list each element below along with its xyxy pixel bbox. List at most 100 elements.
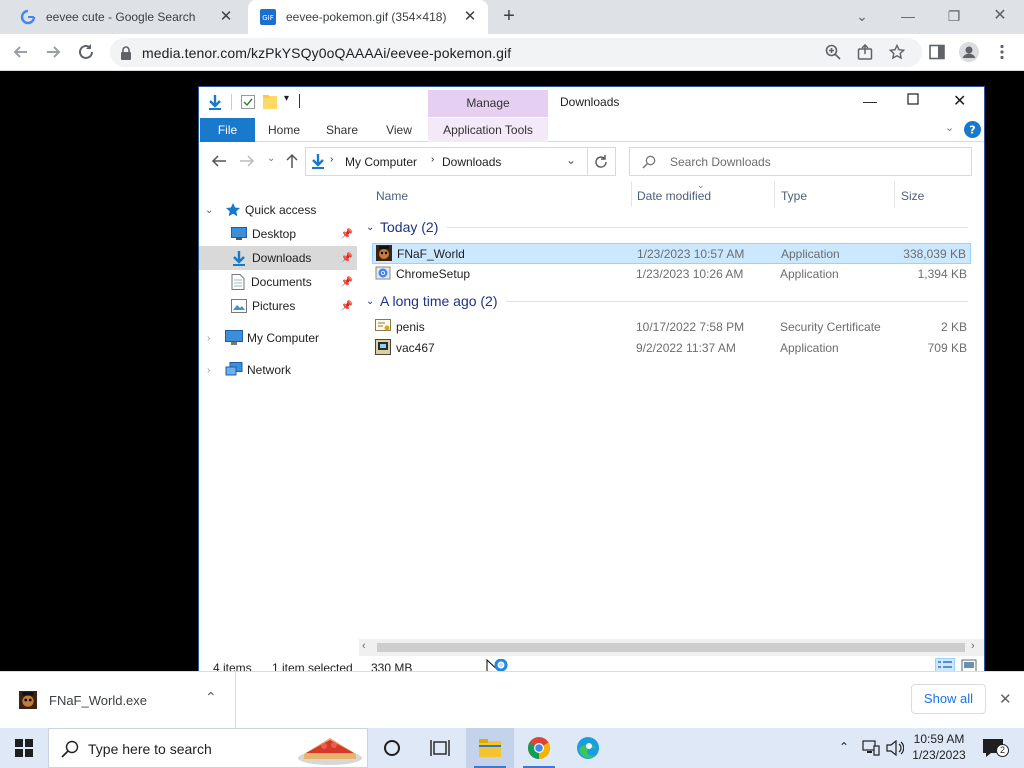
pin-icon[interactable]: 📌 — [341, 253, 353, 264]
tab-eevee-gif[interactable]: GIF eevee-pokemon.gif (354×418) ✕ — [248, 0, 488, 34]
taskbar-file-explorer[interactable] — [466, 728, 514, 768]
minimize-icon[interactable]: — — [898, 6, 918, 26]
file-row-certificate[interactable]: penis 10/17/2022 7:58 PM Security Certif… — [372, 317, 971, 338]
start-button[interactable] — [0, 728, 48, 768]
scroll-left-icon[interactable]: ‹ — [362, 640, 366, 652]
file-name: vac467 — [396, 341, 435, 355]
tab-search-icon[interactable]: ⌄ — [852, 6, 872, 26]
file-row-vac467[interactable]: vac467 9/2/2022 11:37 AM Application 709… — [372, 338, 971, 359]
address-bar[interactable]: media.tenor.com/kzPkYSQy0oQAAAAi/eevee-p… — [110, 38, 922, 67]
close-download-bar-icon[interactable]: ✕ — [999, 690, 1012, 708]
new-tab-button[interactable]: + — [498, 6, 520, 28]
manage-contextual-tab[interactable]: Manage — [428, 90, 548, 117]
file-type: Security Certificate — [780, 320, 881, 334]
chevron-up-icon[interactable]: ⌃ — [205, 689, 217, 706]
tab-google-search[interactable]: eevee cute - Google Search ✕ — [8, 0, 244, 34]
new-folder-icon[interactable] — [263, 94, 277, 110]
tab-file[interactable]: File — [200, 118, 255, 142]
taskbar-chrome[interactable] — [515, 728, 563, 768]
pin-icon[interactable]: 📌 — [341, 229, 353, 240]
lock-icon — [120, 46, 132, 60]
breadcrumb[interactable]: › My Computer › Downloads ⌄ — [305, 147, 588, 176]
address-row: ⌄ › My Computer › Downloads ⌄ Search Dow… — [199, 143, 984, 181]
close-tab-icon[interactable]: ✕ — [462, 9, 478, 25]
reload-icon[interactable] — [75, 41, 97, 63]
show-all-button[interactable]: Show all — [911, 684, 986, 714]
maximize-icon[interactable] — [907, 93, 919, 105]
file-row-chromesetup[interactable]: ChromeSetup 1/23/2023 10:26 AM Applicati… — [372, 264, 971, 285]
nav-my-computer[interactable]: › My Computer — [199, 326, 357, 350]
tab-application-tools[interactable]: Application Tools — [428, 118, 548, 142]
zoom-icon[interactable] — [825, 44, 841, 60]
expand-chevron-icon[interactable]: › — [207, 365, 219, 376]
network-tray-icon[interactable] — [862, 740, 880, 756]
scroll-thumb[interactable] — [377, 643, 965, 652]
computer-icon — [225, 330, 243, 346]
address-dropdown-icon[interactable]: ⌄ — [566, 153, 576, 167]
search-input[interactable]: Search Downloads — [629, 147, 972, 176]
expand-chevron-icon[interactable]: › — [207, 333, 219, 344]
taskbar-edge[interactable] — [564, 728, 612, 768]
tab-view[interactable]: View — [377, 118, 421, 142]
clock[interactable]: 10:59 AM 1/23/2023 — [906, 731, 972, 765]
tab-home[interactable]: Home — [261, 118, 307, 142]
forward-icon[interactable] — [42, 41, 64, 63]
chrome-tab-strip: eevee cute - Google Search ✕ GIF eevee-p… — [0, 0, 1024, 34]
column-name[interactable]: Name — [376, 189, 408, 205]
certificate-icon — [375, 319, 391, 333]
group-label: A long time ago (2) — [380, 293, 498, 309]
nav-documents[interactable]: Documents 📌 — [199, 270, 357, 294]
breadcrumb-my-computer[interactable]: My Computer — [345, 155, 417, 169]
profile-avatar-icon[interactable] — [959, 42, 979, 62]
taskbar-search-box[interactable]: Type here to search — [48, 728, 368, 768]
bookmark-star-icon[interactable] — [889, 44, 905, 60]
help-icon[interactable]: ? — [964, 121, 981, 138]
nav-quick-access[interactable]: ⌄ Quick access — [199, 198, 357, 222]
group-header-long-time-ago[interactable]: ⌄ A long time ago (2) — [366, 291, 976, 311]
close-window-icon[interactable]: ✕ — [990, 6, 1010, 26]
back-icon[interactable] — [211, 154, 227, 168]
column-date-modified[interactable]: Date modified — [637, 189, 711, 205]
horizontal-scrollbar[interactable]: ‹ › — [359, 639, 984, 656]
nav-pictures[interactable]: Pictures 📌 — [199, 294, 357, 318]
windows-taskbar: Type here to search ⌃ 10:59 AM 1/23/2023… — [0, 728, 1024, 768]
collapse-chevron-icon[interactable]: ⌄ — [366, 222, 380, 233]
breadcrumb-downloads[interactable]: Downloads — [442, 155, 501, 169]
notification-center[interactable]: 2 — [980, 736, 1009, 760]
refresh-button[interactable] — [588, 147, 616, 176]
pin-icon[interactable]: 📌 — [341, 301, 353, 312]
recent-locations-icon[interactable]: ⌄ — [267, 153, 275, 164]
minimize-icon[interactable]: — — [863, 93, 877, 109]
tab-share[interactable]: Share — [319, 118, 365, 142]
task-view-button[interactable] — [416, 728, 464, 768]
show-hidden-icons-icon[interactable]: ⌃ — [839, 740, 849, 754]
collapse-chevron-icon[interactable]: ⌄ — [366, 296, 380, 307]
side-panel-icon[interactable] — [929, 44, 945, 60]
volume-icon[interactable] — [886, 740, 904, 756]
expand-ribbon-icon[interactable]: ⌄ — [945, 121, 954, 134]
share-icon[interactable] — [857, 44, 873, 60]
up-icon[interactable] — [285, 153, 299, 169]
file-size: 1,394 KB — [917, 267, 967, 281]
nav-desktop[interactable]: Desktop 📌 — [199, 222, 357, 246]
customize-qat-icon[interactable]: ▾ — [284, 93, 289, 104]
column-type[interactable]: Type — [781, 189, 807, 205]
scroll-right-icon[interactable]: › — [971, 640, 975, 652]
desktop-icon — [231, 227, 247, 241]
pin-icon[interactable]: 📌 — [341, 277, 353, 288]
group-header-today[interactable]: ⌄ Today (2) — [366, 217, 976, 237]
restore-icon[interactable]: ❐ — [944, 6, 964, 26]
file-row-fnaf-world[interactable]: FNaF_World 1/23/2023 10:57 AM Applicatio… — [372, 243, 971, 264]
column-size[interactable]: Size — [901, 189, 924, 205]
back-icon[interactable] — [10, 41, 32, 63]
nav-downloads[interactable]: Downloads 📌 — [199, 246, 357, 270]
properties-icon[interactable] — [241, 95, 255, 109]
nav-network[interactable]: › Network — [199, 358, 357, 382]
close-tab-icon[interactable]: ✕ — [218, 9, 234, 25]
close-icon[interactable]: ✕ — [953, 91, 966, 111]
download-item[interactable]: FNaF_World.exe ⌃ — [0, 672, 236, 729]
forward-icon[interactable] — [239, 154, 255, 168]
collapse-chevron-icon[interactable]: ⌄ — [205, 205, 217, 216]
cortana-button[interactable] — [368, 728, 416, 768]
chrome-menu-icon[interactable] — [995, 44, 1009, 60]
